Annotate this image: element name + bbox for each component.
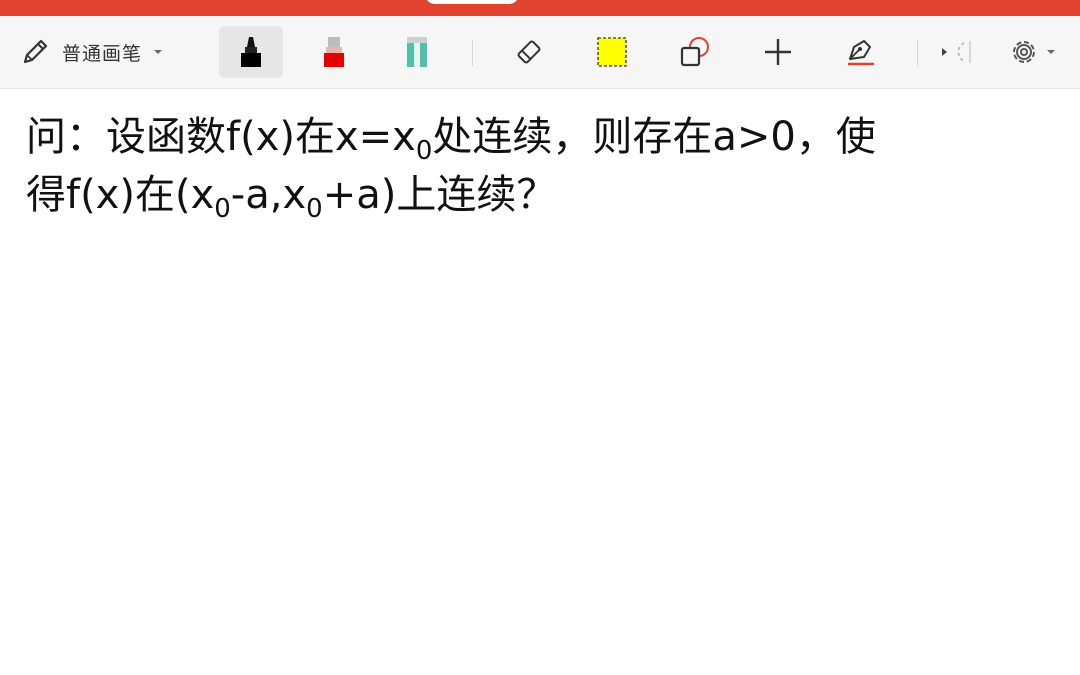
subscript: 0 bbox=[306, 194, 323, 224]
teal-highlighter-button[interactable] bbox=[385, 16, 449, 88]
question-text-segment: 问：设函数f(x)在x=x bbox=[26, 114, 416, 160]
question-line-2: 得f(x)在(x0-a,x0+a)上连续？ bbox=[26, 166, 1056, 224]
subscript: 0 bbox=[214, 194, 231, 224]
question-line-1: 问：设函数f(x)在x=x0处连续，则存在a>0，使 bbox=[26, 108, 1056, 166]
drawing-toolbar: 普通画笔 bbox=[0, 16, 1080, 89]
top-bar bbox=[0, 0, 1080, 16]
question-text: 问：设函数f(x)在x=x0处连续，则存在a>0，使 得f(x)在(x0-a,x… bbox=[26, 108, 1056, 224]
pen-mode-dropdown[interactable]: 普通画笔 bbox=[18, 16, 193, 88]
toolbar-divider bbox=[472, 40, 473, 66]
chevron-down-icon bbox=[1047, 50, 1055, 54]
toolbar-divider bbox=[917, 40, 918, 66]
laser-icon bbox=[942, 41, 971, 63]
fountain-pen-icon bbox=[848, 40, 874, 66]
fountain-pen-button[interactable] bbox=[829, 16, 893, 88]
chevron-down-icon bbox=[154, 50, 163, 54]
question-text-segment: -a,x bbox=[230, 172, 307, 218]
black-marker-button[interactable] bbox=[219, 16, 283, 88]
eraser-icon bbox=[517, 40, 541, 64]
settings-button[interactable] bbox=[998, 16, 1068, 88]
shapes-icon bbox=[680, 37, 709, 67]
selection-button[interactable] bbox=[580, 16, 644, 88]
question-text-segment: 得f(x)在(x bbox=[26, 172, 215, 218]
marker-icon bbox=[324, 37, 344, 67]
laser-button[interactable] bbox=[928, 16, 980, 88]
question-text-segment: +a)上连续？ bbox=[322, 172, 557, 218]
marker-icon bbox=[241, 37, 261, 67]
add-button[interactable] bbox=[746, 16, 810, 88]
plus-icon bbox=[765, 39, 791, 65]
eraser-button[interactable] bbox=[497, 16, 561, 88]
red-marker-button[interactable] bbox=[302, 16, 366, 88]
pencil-icon bbox=[23, 39, 48, 64]
dashed-rectangle-icon bbox=[597, 37, 627, 67]
question-text-segment: 处连续，则存在a>0，使 bbox=[432, 114, 876, 160]
pen-mode-label: 普通画笔 bbox=[62, 42, 143, 65]
gear-icon bbox=[1013, 41, 1035, 63]
subscript: 0 bbox=[415, 136, 433, 166]
pull-handle[interactable] bbox=[425, 0, 519, 4]
shapes-button[interactable] bbox=[663, 16, 727, 88]
highlighter-icon bbox=[407, 37, 427, 67]
